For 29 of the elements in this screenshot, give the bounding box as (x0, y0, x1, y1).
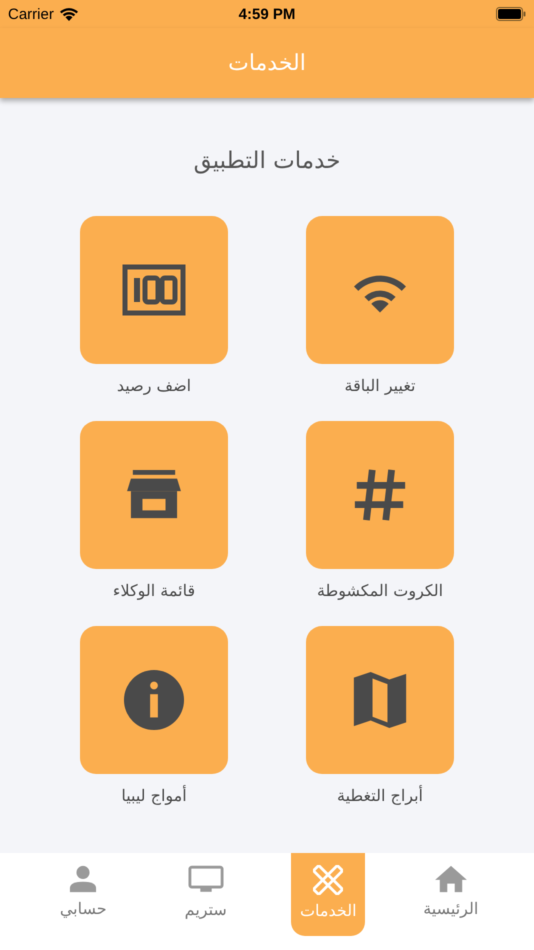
pencil-ruler-icon (313, 865, 344, 895)
screen-title: الخدمات (228, 50, 306, 76)
service-button[interactable] (306, 421, 454, 569)
service-button[interactable] (80, 216, 228, 364)
section-title: خدمات التطبيق (194, 148, 340, 174)
service-label: اضف رصيد (116, 376, 192, 395)
service-label: أبراج التغطية (337, 786, 423, 805)
service-label: قائمة الوكلاء (112, 581, 196, 600)
battery-icon (496, 7, 526, 21)
tab[interactable]: حسابي (46, 853, 120, 936)
service-button[interactable] (306, 626, 454, 774)
clock: 4:59 PM (238, 6, 296, 22)
person-icon (69, 865, 98, 893)
home-icon (434, 865, 468, 893)
service-button[interactable] (306, 216, 454, 364)
info-icon (123, 669, 185, 731)
service-label: الكروت المكشوطة (316, 581, 444, 600)
tab[interactable]: الرئيسية (414, 853, 488, 936)
map-icon (352, 670, 408, 730)
service-label: أمواج ليبيا (121, 786, 187, 805)
wifi-icon (58, 7, 79, 21)
banknote-icon (122, 264, 186, 316)
service-label: تغيير الباقة (344, 376, 416, 395)
monitor-icon (188, 865, 224, 894)
service-button[interactable] (80, 626, 228, 774)
tab[interactable]: ستريم (168, 853, 243, 936)
carrier-label: Carrier (8, 6, 54, 22)
service-button[interactable] (80, 421, 228, 569)
storefront-icon (125, 470, 183, 520)
